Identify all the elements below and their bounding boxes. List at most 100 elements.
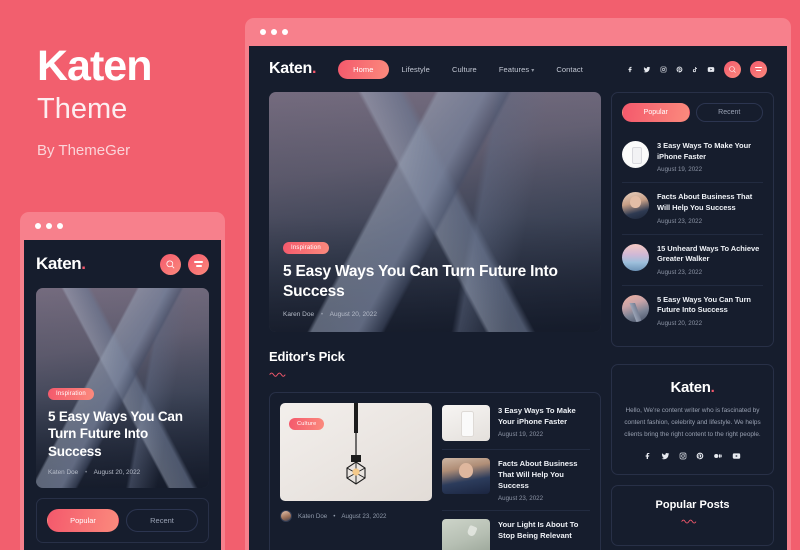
window-maximize-dot[interactable] bbox=[282, 29, 288, 35]
hamburger-icon bbox=[755, 66, 762, 72]
mobile-hero-post-card[interactable]: Inspiration 5 Easy Ways You Can Turn Fut… bbox=[36, 288, 209, 488]
tab-popular[interactable]: Popular bbox=[47, 509, 119, 532]
nav-right-group bbox=[627, 60, 767, 78]
list-item[interactable]: 3 Easy Ways To Make Your iPhone Faster A… bbox=[442, 403, 590, 450]
list-item-date: August 23, 2022 bbox=[657, 217, 703, 225]
popular-post-list: 3 Easy Ways To Make Your iPhone Faster A… bbox=[622, 132, 763, 336]
promo-subtitle: Theme bbox=[37, 93, 128, 126]
twitter-icon[interactable] bbox=[661, 452, 670, 460]
nav-item-features[interactable]: Features ▾ bbox=[490, 60, 544, 79]
site-logo-text: Katen bbox=[269, 60, 312, 77]
sky-thumbnail bbox=[622, 243, 649, 271]
mobile-hero-category-badge[interactable]: Inspiration bbox=[48, 388, 94, 401]
mobile-hero-author: Katen Doe bbox=[48, 469, 79, 476]
mobile-actions bbox=[160, 253, 209, 275]
pinterest-icon[interactable] bbox=[696, 452, 704, 460]
window-minimize-dot[interactable] bbox=[46, 223, 52, 229]
featured-category-badge[interactable]: Culture bbox=[289, 418, 325, 430]
search-button[interactable] bbox=[160, 253, 181, 275]
site-logo[interactable]: Katen. bbox=[269, 60, 316, 78]
promo-panel: Katen Theme By ThemeGer bbox=[37, 43, 237, 158]
list-item-date: August 19, 2022 bbox=[498, 431, 544, 438]
list-item[interactable]: Your Light Is About To Stop Being Releva… bbox=[442, 511, 590, 550]
list-item-date: August 23, 2022 bbox=[657, 268, 703, 276]
medium-icon[interactable] bbox=[713, 452, 723, 460]
list-item[interactable]: 15 Unheard Ways To Achieve Greater Walke… bbox=[622, 235, 763, 286]
youtube-icon[interactable] bbox=[707, 66, 715, 73]
mobile-popular-recent-widget: Popular Recent bbox=[36, 498, 209, 543]
tiktok-icon[interactable] bbox=[692, 66, 698, 73]
tower-thumbnail bbox=[622, 294, 649, 322]
nav-item-contact[interactable]: Contact bbox=[547, 60, 592, 79]
mobile-hero-meta-separator: • bbox=[84, 469, 88, 476]
tab-recent[interactable]: Recent bbox=[695, 103, 763, 122]
mobile-widget-tabs: Popular Recent bbox=[47, 509, 198, 532]
list-item-date: August 23, 2022 bbox=[498, 495, 544, 502]
mobile-hero-date: August 20, 2022 bbox=[93, 469, 141, 476]
hero-category-badge[interactable]: Inspiration bbox=[283, 242, 329, 255]
about-logo: Katen. bbox=[623, 379, 762, 396]
mobile-titlebar bbox=[24, 212, 221, 240]
widget-tabs: Popular Recent bbox=[622, 103, 763, 122]
wave-underline-icon bbox=[680, 519, 696, 524]
hero-post-meta: Karen Doe • August 20, 2022 bbox=[283, 311, 587, 318]
window-close-dot[interactable] bbox=[35, 223, 41, 229]
list-item-title: 3 Easy Ways To Make Your iPhone Faster bbox=[657, 141, 751, 161]
phone-thumbnail bbox=[622, 141, 649, 168]
desktop-preview-window: Katen. Home Lifestyle Culture Features ▾ … bbox=[245, 18, 791, 550]
woman-thumbnail bbox=[442, 458, 490, 494]
youtube-icon[interactable] bbox=[732, 452, 741, 460]
list-item-title: 3 Easy Ways To Make Your iPhone Faster bbox=[498, 406, 576, 426]
pinterest-icon[interactable] bbox=[676, 66, 683, 73]
hamburger-icon bbox=[194, 261, 203, 267]
list-item[interactable]: Facts About Business That Will Help You … bbox=[442, 450, 590, 511]
lamp-thumbnail bbox=[442, 519, 490, 550]
menu-button[interactable] bbox=[188, 253, 209, 275]
list-item-date: August 20, 2022 bbox=[657, 320, 703, 328]
twitter-icon[interactable] bbox=[643, 66, 651, 73]
nav-social-links bbox=[627, 66, 715, 73]
hero-meta-separator: • bbox=[320, 311, 324, 318]
pendant-lamp-illustration bbox=[346, 403, 366, 485]
list-item-title: Facts About Business That Will Help You … bbox=[498, 459, 578, 490]
instagram-icon[interactable] bbox=[679, 452, 687, 460]
mobile-logo[interactable]: Katen. bbox=[36, 254, 86, 274]
list-item[interactable]: 5 Easy Ways You Can Turn Future Into Suc… bbox=[622, 286, 763, 336]
window-close-dot[interactable] bbox=[260, 29, 266, 35]
tab-recent[interactable]: Recent bbox=[126, 509, 198, 532]
window-maximize-dot[interactable] bbox=[57, 223, 63, 229]
nav-item-lifestyle[interactable]: Lifestyle bbox=[393, 60, 439, 79]
window-minimize-dot[interactable] bbox=[271, 29, 277, 35]
page-content: Inspiration 5 Easy Ways You Can Turn Fut… bbox=[249, 92, 787, 550]
list-item-title: Facts About Business That Will Help You … bbox=[657, 192, 753, 212]
featured-author: Katen Doe bbox=[298, 512, 328, 520]
list-item-date: August 19, 2022 bbox=[657, 166, 703, 174]
list-item-title: 15 Unheard Ways To Achieve Greater Walke… bbox=[657, 243, 760, 264]
nav-item-home[interactable]: Home bbox=[338, 59, 389, 79]
editors-pick-featured[interactable]: Culture Katen Doe • August 23, 2022 bbox=[280, 403, 432, 550]
desktop-titlebar bbox=[249, 18, 787, 46]
nav-links: Home Lifestyle Culture Features ▾ Contact bbox=[338, 59, 592, 79]
sidebar: Popular Recent 3 Easy Ways To Make Your … bbox=[611, 92, 774, 550]
facebook-icon[interactable] bbox=[627, 66, 634, 73]
hero-post-card[interactable]: Inspiration 5 Easy Ways You Can Turn Fut… bbox=[269, 92, 601, 332]
list-item[interactable]: Facts About Business That Will Help You … bbox=[622, 183, 763, 235]
about-logo-dot: . bbox=[710, 379, 715, 397]
tab-popular[interactable]: Popular bbox=[622, 103, 690, 122]
menu-button[interactable] bbox=[750, 60, 767, 78]
mobile-logo-text: Katen bbox=[36, 254, 82, 273]
editors-pick-list: 3 Easy Ways To Make Your iPhone Faster A… bbox=[442, 403, 590, 550]
avatar bbox=[280, 510, 292, 522]
featured-image: Culture bbox=[280, 403, 432, 501]
mobile-navbar: Katen. bbox=[36, 240, 209, 288]
desktop-viewport: Katen. Home Lifestyle Culture Features ▾ … bbox=[249, 46, 787, 550]
search-button[interactable] bbox=[724, 60, 741, 78]
hero-author: Karen Doe bbox=[283, 311, 315, 318]
editors-pick-heading: Editor's Pick bbox=[269, 349, 601, 382]
list-item[interactable]: 3 Easy Ways To Make Your iPhone Faster A… bbox=[622, 132, 763, 184]
instagram-icon[interactable] bbox=[660, 66, 667, 73]
nav-item-culture[interactable]: Culture bbox=[443, 60, 486, 79]
mobile-logo-dot: . bbox=[81, 254, 86, 273]
facebook-icon[interactable] bbox=[644, 452, 652, 460]
editors-pick-title: Editor's Pick bbox=[269, 349, 345, 364]
